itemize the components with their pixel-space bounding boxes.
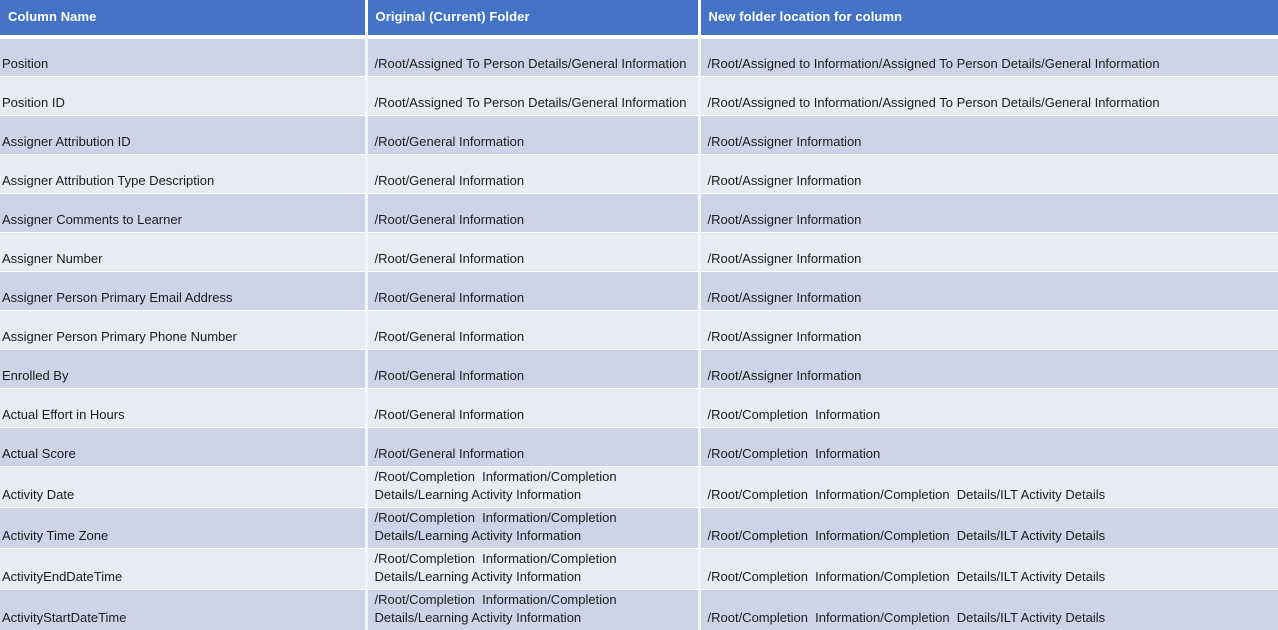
new-folder-cell: /Root/Assigner Information [697,231,1278,271]
original-folder-cell: /Root/Assigned To Person Details/General… [364,75,699,115]
column-name-cell: Activity Date [0,465,366,507]
table-row: Position ID /Root/Assigned To Person Det… [0,75,1278,115]
column-name-cell: ActivityEndDateTime [0,547,366,589]
table-row: Assigner Comments to Learner /Root/Gener… [0,192,1278,232]
header-original-folder: Original (Current) Folder [364,0,699,39]
table-row: Enrolled By /Root/General Information /R… [0,348,1278,388]
column-name-cell: Activity Time Zone [0,506,366,548]
new-folder-cell: /Root/Completion Information/Completion … [697,547,1278,589]
column-name-cell: Enrolled By [0,348,366,388]
folder-mapping-table: Column Name Original (Current) Folder Ne… [0,0,1278,630]
table-row: Assigner Person Primary Phone Number /Ro… [0,309,1278,349]
new-folder-cell: /Root/Completion Information/Completion … [697,465,1278,507]
column-name-cell: Assigner Comments to Learner [0,192,366,232]
original-folder-cell: /Root/General Information [364,309,699,349]
original-folder-cell: /Root/Completion Information/Completion … [364,547,699,589]
table-row: Activity Time Zone /Root/Completion Info… [0,506,1278,548]
column-name-cell: Actual Effort in Hours [0,387,366,427]
original-folder-cell: /Root/General Information [364,114,699,154]
original-folder-cell: /Root/Completion Information/Completion … [364,506,699,548]
original-folder-cell: /Root/General Information [364,387,699,427]
column-name-cell: Actual Score [0,426,366,466]
table-row: Activity Date /Root/Completion Informati… [0,465,1278,507]
table-row: Assigner Person Primary Email Address /R… [0,270,1278,310]
original-folder-cell: /Root/General Information [364,426,699,466]
original-folder-cell: /Root/General Information [364,153,699,193]
original-folder-cell: /Root/Assigned To Person Details/General… [364,37,699,76]
new-folder-cell: /Root/Assigner Information [697,348,1278,388]
table-body: Position /Root/Assigned To Person Detail… [0,37,1278,630]
new-folder-cell: /Root/Completion Information [697,426,1278,466]
new-folder-cell: /Root/Assigner Information [697,114,1278,154]
original-folder-cell: /Root/Completion Information/Completion … [364,465,699,507]
original-folder-cell: /Root/General Information [364,231,699,271]
header-column-name: Column Name [0,0,366,39]
new-folder-cell: /Root/Assigner Information [697,153,1278,193]
new-folder-cell: /Root/Completion Information/Completion … [697,506,1278,548]
new-folder-cell: /Root/Assigner Information [697,309,1278,349]
column-name-cell: Assigner Number [0,231,366,271]
column-name-cell: Assigner Attribution ID [0,114,366,154]
column-name-cell: Assigner Person Primary Phone Number [0,309,366,349]
table-row: Assigner Attribution ID /Root/General In… [0,114,1278,154]
original-folder-cell: /Root/General Information [364,348,699,388]
new-folder-cell: /Root/Assigned to Information/Assigned T… [697,75,1278,115]
header-new-folder: New folder location for column [697,0,1278,39]
new-folder-cell: /Root/Assigner Information [697,270,1278,310]
table-row: ActivityEndDateTime /Root/Completion Inf… [0,547,1278,589]
header-row: Column Name Original (Current) Folder Ne… [0,0,1278,39]
table-row: ActivityStartDateTime /Root/Completion I… [0,588,1278,630]
table-row: Actual Effort in Hours /Root/General Inf… [0,387,1278,427]
table-row: Actual Score /Root/General Information /… [0,426,1278,466]
new-folder-cell: /Root/Assigner Information [697,192,1278,232]
table-header: Column Name Original (Current) Folder Ne… [0,0,1278,39]
column-name-cell: Assigner Attribution Type Description [0,153,366,193]
original-folder-cell: /Root/General Information [364,192,699,232]
column-name-cell: Assigner Person Primary Email Address [0,270,366,310]
new-folder-cell: /Root/Completion Information/Completion … [697,588,1278,630]
new-folder-cell: /Root/Completion Information [697,387,1278,427]
table-row: Assigner Attribution Type Description /R… [0,153,1278,193]
column-name-cell: Position ID [0,75,366,115]
table-row: Assigner Number /Root/General Informatio… [0,231,1278,271]
new-folder-cell: /Root/Assigned to Information/Assigned T… [697,37,1278,76]
original-folder-cell: /Root/Completion Information/Completion … [364,588,699,630]
original-folder-cell: /Root/General Information [364,270,699,310]
table-row: Position /Root/Assigned To Person Detail… [0,37,1278,76]
column-name-cell: Position [0,37,366,76]
column-name-cell: ActivityStartDateTime [0,588,366,630]
